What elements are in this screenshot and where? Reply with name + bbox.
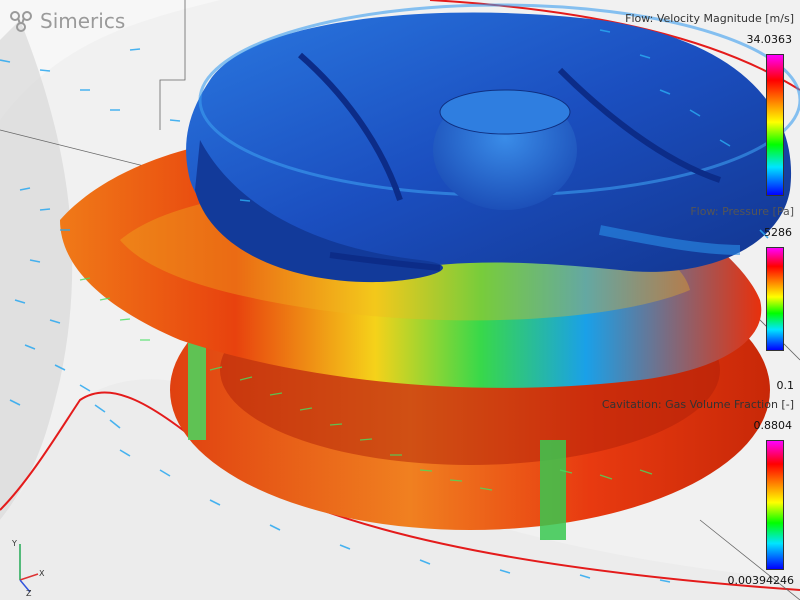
legend-velocity: Flow: Velocity Magnitude [m/s] 34.0363: [540, 12, 800, 202]
legend-title: Cavitation: Gas Volume Fraction [-]: [601, 398, 794, 411]
legend-min: 0.00394246: [727, 574, 794, 587]
legend-title: Flow: Pressure [Pa]: [690, 205, 794, 218]
axis-z-label: Z: [26, 589, 32, 596]
axis-y-label: Y: [11, 539, 17, 548]
legend-cavitation: Cavitation: Gas Volume Fraction [-] 0.88…: [540, 398, 800, 593]
legend-pressure: Flow: Pressure [Pa] 5286 0.1: [540, 205, 800, 395]
axis-x-label: X: [39, 569, 45, 578]
color-bar: [766, 440, 784, 570]
simerics-logo-icon: [10, 11, 32, 32]
legend-min: 0.1: [776, 379, 795, 392]
color-bar: [766, 54, 784, 196]
axis-triad: Y X Z: [11, 539, 45, 596]
legend-max: 5286: [764, 226, 792, 239]
color-bar: [766, 247, 784, 351]
brand-name: Simerics: [40, 9, 126, 33]
legend-max: 34.0363: [746, 33, 793, 46]
brand-logo: Simerics: [8, 8, 125, 34]
legend-max: 0.8804: [753, 419, 793, 432]
3d-viewport[interactable]: Simerics Flow: Velocity Magnitude [m/s] …: [0, 0, 800, 600]
legend-title: Flow: Velocity Magnitude [m/s]: [625, 12, 794, 25]
